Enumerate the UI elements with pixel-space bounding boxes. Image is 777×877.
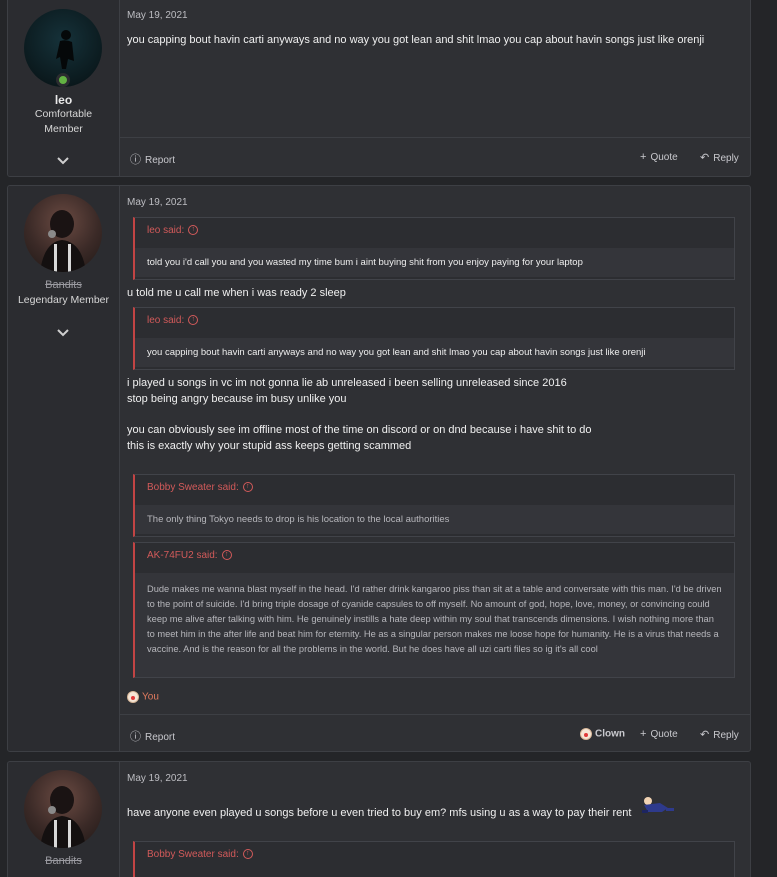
clown-reaction-button[interactable]: Clown [580, 728, 625, 740]
reaction-summary[interactable]: You [127, 691, 159, 703]
arrow-up-icon[interactable]: ↑ [188, 225, 199, 236]
post-date[interactable]: May 19, 2021 [127, 10, 188, 21]
arrow-up-icon[interactable]: ↑ [221, 550, 232, 561]
avatar-figure [40, 210, 86, 272]
post-message: you capping bout havin carti anyways and… [127, 34, 705, 46]
quote-label: Quote [650, 152, 678, 163]
quote-text: Dude makes me wanna blast myself in the … [135, 573, 734, 677]
quote-author[interactable]: leo said: [147, 315, 184, 326]
post-content: May 19, 2021 you capping bout havin cart… [120, 0, 750, 176]
quote-header[interactable]: leo said: ↑ [135, 218, 734, 248]
quote-button[interactable]: + Quote [640, 151, 678, 163]
quote-author[interactable]: leo said: [147, 225, 184, 236]
post-bandits: Bandits Legendary Member May 19, 2021 le… [7, 185, 751, 752]
clown-icon [580, 728, 592, 740]
quote-author[interactable]: AK-74FU2 said: [147, 550, 218, 561]
reply-icon: ↶ [700, 152, 710, 164]
user-info: leo Comfortable Member [8, 0, 120, 176]
reply-label: Reply [713, 730, 739, 741]
user-title: Legendary Member [17, 294, 110, 306]
reply-icon: ↶ [700, 729, 710, 741]
clown-icon [127, 691, 139, 703]
quote-label: Quote [650, 729, 678, 740]
user-title-line-2: Member [44, 123, 83, 135]
message-line: u told me u call me when i was ready 2 s… [127, 287, 346, 299]
post-content: May 19, 2021 have anyone even played u s… [120, 762, 750, 877]
reaction-user[interactable]: You [142, 692, 159, 703]
online-status-icon [56, 73, 70, 87]
reply-button[interactable]: ↶ Reply [700, 728, 739, 741]
quote-button[interactable]: + Quote [640, 728, 678, 740]
user-title-line-1: Comfortable [34, 108, 93, 120]
report-label: Report [145, 155, 176, 166]
arrow-up-icon[interactable]: ↑ [242, 482, 253, 493]
avatar[interactable] [24, 770, 102, 848]
quote-text: told you i'd call you and you wasted my … [135, 248, 734, 277]
reply-button[interactable]: ↶ Reply [700, 151, 739, 164]
post-content: May 19, 2021 leo said: ↑ told you i'd cal… [120, 186, 750, 751]
post-footer: ⓘ Report Clown + Quote ↶ Reply [120, 714, 750, 751]
avatar-figure [40, 786, 86, 848]
arrow-up-icon[interactable]: ↑ [242, 849, 253, 860]
quote-block: Bobby Sweater said: ↑ [133, 841, 735, 877]
plus-icon: + [640, 728, 647, 740]
quote-author[interactable]: Bobby Sweater said: [147, 482, 239, 493]
report-button[interactable]: ⓘ Report [130, 151, 175, 167]
quote-block: Bobby Sweater said: ↑ The only thing Toky… [133, 474, 735, 537]
plus-icon: + [640, 151, 647, 163]
quote-block: AK-74FU2 said: ↑ Dude makes me wanna blas… [133, 542, 735, 678]
clown-label: Clown [595, 728, 625, 740]
post-leo: leo Comfortable Member May 19, 2021 you … [7, 0, 751, 177]
message-line: you can obviously see im offline most of… [127, 424, 592, 436]
report-icon: ⓘ [130, 731, 141, 743]
reply-label: Reply [713, 153, 739, 164]
report-icon: ⓘ [130, 154, 141, 166]
quote-header[interactable]: Bobby Sweater said: ↑ [135, 842, 734, 872]
user-info: Bandits [8, 762, 120, 877]
post-message: have anyone even played u songs before u… [127, 807, 632, 819]
message-line: stop being angry because im busy unlike … [127, 393, 347, 405]
dancing-character-icon [642, 797, 674, 813]
quote-header[interactable]: Bobby Sweater said: ↑ [135, 475, 734, 505]
quote-text: you capping bout havin carti anyways and… [135, 338, 734, 367]
chevron-down-icon[interactable] [56, 327, 70, 337]
post-footer: ⓘ Report + Quote ↶ Reply [120, 137, 750, 176]
arrow-up-icon[interactable]: ↑ [188, 315, 199, 326]
post-date[interactable]: May 19, 2021 [127, 773, 188, 784]
message-line: this is exactly why your stupid ass keep… [127, 440, 412, 452]
message-line: i played u songs in vc im not gonna lie … [127, 377, 567, 389]
username[interactable]: leo [8, 93, 119, 107]
username[interactable]: Bandits [8, 855, 119, 867]
user-info: Bandits Legendary Member [8, 186, 120, 751]
quote-block: leo said: ↑ you capping bout havin carti … [133, 307, 735, 370]
username[interactable]: Bandits [8, 279, 119, 291]
report-label: Report [145, 732, 176, 743]
post-date[interactable]: May 19, 2021 [127, 197, 188, 208]
report-button[interactable]: ⓘ Report [130, 728, 175, 744]
chevron-down-icon[interactable] [56, 155, 70, 165]
quote-text: The only thing Tokyo needs to drop is hi… [135, 505, 734, 534]
quote-author[interactable]: Bobby Sweater said: [147, 849, 239, 860]
quote-header[interactable]: leo said: ↑ [135, 308, 734, 338]
avatar[interactable] [24, 194, 102, 272]
post-bandits: Bandits May 19, 2021 have anyone even pl… [7, 761, 751, 877]
quote-block: leo said: ↑ told you i'd call you and you… [133, 217, 735, 280]
quote-header[interactable]: AK-74FU2 said: ↑ [135, 543, 734, 573]
